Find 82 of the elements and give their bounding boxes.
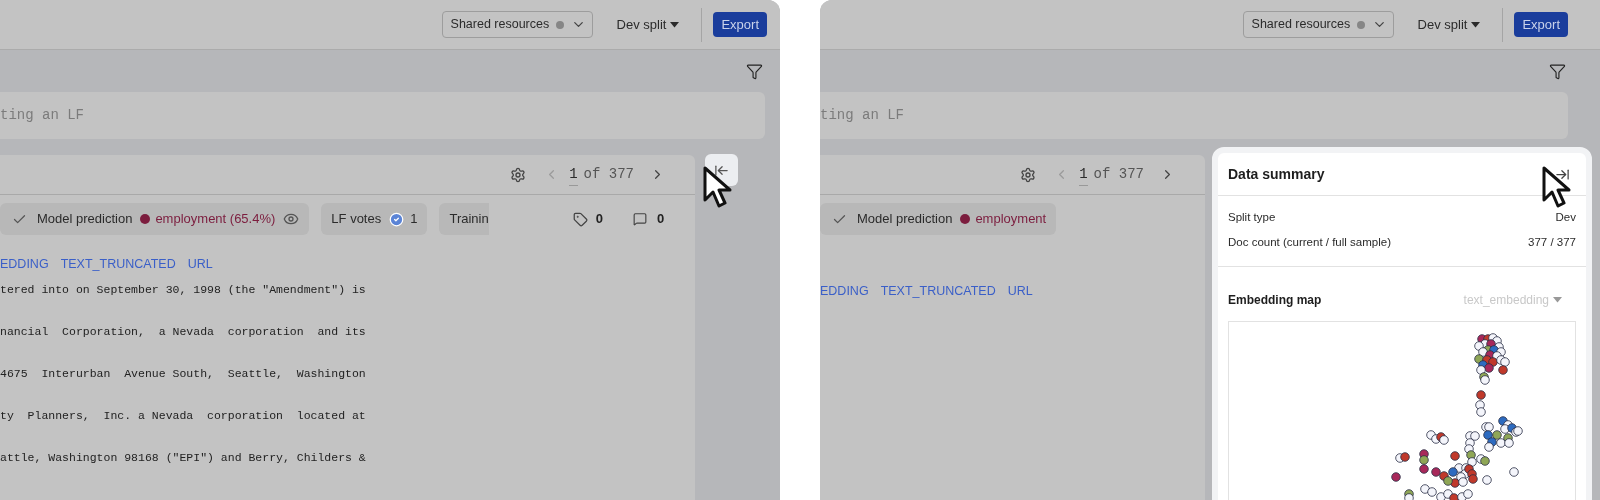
scatter-point (1458, 476, 1468, 487)
document-line: attle, Washington 98168 ("EPI") and Berry, Childers & (0, 449, 367, 465)
comment-icon[interactable] (632, 212, 647, 226)
tag-link[interactable]: TEXT_TRUNCATED (880, 282, 996, 301)
training-chip[interactable]: Trainin (439, 203, 489, 235)
scatter-point (1482, 474, 1492, 485)
split-menu[interactable]: Dev split (1417, 14, 1481, 35)
scatter-point (1443, 475, 1453, 486)
scatter-point (1470, 430, 1480, 441)
tag-link[interactable]: EDDING (820, 282, 869, 301)
scatter-point (1431, 466, 1441, 477)
scatter-point (1474, 340, 1484, 351)
prediction-chip[interactable]: Model prediction employment (820, 203, 1057, 235)
scatter-point (1500, 423, 1510, 434)
tag-link[interactable]: TEXT_TRUNCATED (60, 255, 176, 274)
comment-count: 0 (656, 210, 665, 229)
filter-icon[interactable] (1549, 62, 1566, 80)
page-total: of 377 (583, 165, 634, 184)
chip-label: LF votes (331, 210, 382, 229)
settings-icon[interactable] (510, 166, 527, 183)
resource-select[interactable]: Shared resources (441, 11, 593, 38)
scatter-point (1419, 454, 1429, 465)
tag-link[interactable]: EDDING (0, 255, 49, 274)
scatter-point (1496, 437, 1506, 448)
scatter-point (1480, 455, 1490, 466)
summary-label: Doc count (current / full sample) (1228, 235, 1391, 251)
scatter-point (1427, 486, 1437, 497)
vote-count: 1 (410, 210, 418, 229)
export-button[interactable]: Export (713, 12, 767, 37)
scatter-point (1484, 362, 1494, 373)
summary-value: 377 / 377 (1528, 235, 1576, 251)
scatter-point (1476, 364, 1486, 375)
scatter-point (1484, 441, 1494, 452)
export-button[interactable]: Export (1514, 12, 1568, 37)
tag-link[interactable]: URL (187, 255, 213, 274)
scatter-point (1391, 471, 1401, 482)
scatter-point (1500, 356, 1510, 367)
summary-value: Dev (1555, 210, 1576, 225)
prediction-label: employment (65.4%) (155, 210, 276, 229)
prediction-chip[interactable]: Model prediction employment (65.4%) (0, 203, 310, 235)
page-number[interactable]: 1 (1079, 163, 1088, 186)
prediction-label: employment (975, 210, 1047, 229)
scatter-point (1476, 406, 1486, 417)
scatter-point (1509, 466, 1519, 477)
scatter-point (1483, 429, 1493, 440)
chip-label: Model prediction (37, 210, 133, 229)
scatter-point (1468, 473, 1478, 484)
section-title: Embedding map (1228, 291, 1322, 309)
document-line: nancial Corporation, a Nevada corporation and its (0, 323, 367, 339)
scatter-point (1476, 389, 1486, 400)
scatter-point (1419, 463, 1429, 474)
lf-votes-chip[interactable]: LF votes 1 (321, 203, 428, 235)
scatter-point (1450, 450, 1460, 461)
caret-icon (1471, 21, 1481, 28)
scatter-point (1466, 449, 1476, 460)
panel-title: Data summary (1228, 164, 1325, 184)
scatter-point (1475, 399, 1485, 410)
scatter-point (1420, 483, 1430, 494)
scatter-point (1492, 429, 1502, 440)
filter-icon[interactable] (746, 62, 763, 80)
scatter-point (1498, 364, 1508, 375)
page-total: of 377 (1093, 165, 1144, 184)
document-line: ty Planners, Inc. a Nevada corporation located at (0, 407, 367, 423)
scatter-point (1448, 466, 1458, 477)
tag-link[interactable]: URL (1007, 282, 1033, 301)
scatter-point (1467, 456, 1477, 467)
page-number[interactable]: 1 (569, 163, 578, 186)
document-line: 4675 Interurban Avenue South, Seattle, Washington (0, 365, 367, 381)
caret-icon (1553, 296, 1562, 303)
scatter-point (1400, 451, 1410, 462)
eye-icon[interactable] (283, 211, 300, 227)
caret-icon (670, 21, 680, 28)
check-circle-icon (389, 211, 405, 227)
document-line: tered into on September 30, 1998 (the "Amendment") is (0, 281, 367, 297)
split-menu[interactable]: Dev split (616, 14, 680, 35)
tag-icon[interactable] (572, 211, 588, 227)
settings-icon[interactable] (1020, 166, 1037, 183)
scatter-point (1504, 437, 1514, 448)
summary-label: Split type (1228, 210, 1276, 225)
tag-count: 0 (595, 210, 603, 229)
resource-select[interactable]: Shared resources (1242, 11, 1394, 38)
chip-label: Model prediction (857, 210, 953, 229)
